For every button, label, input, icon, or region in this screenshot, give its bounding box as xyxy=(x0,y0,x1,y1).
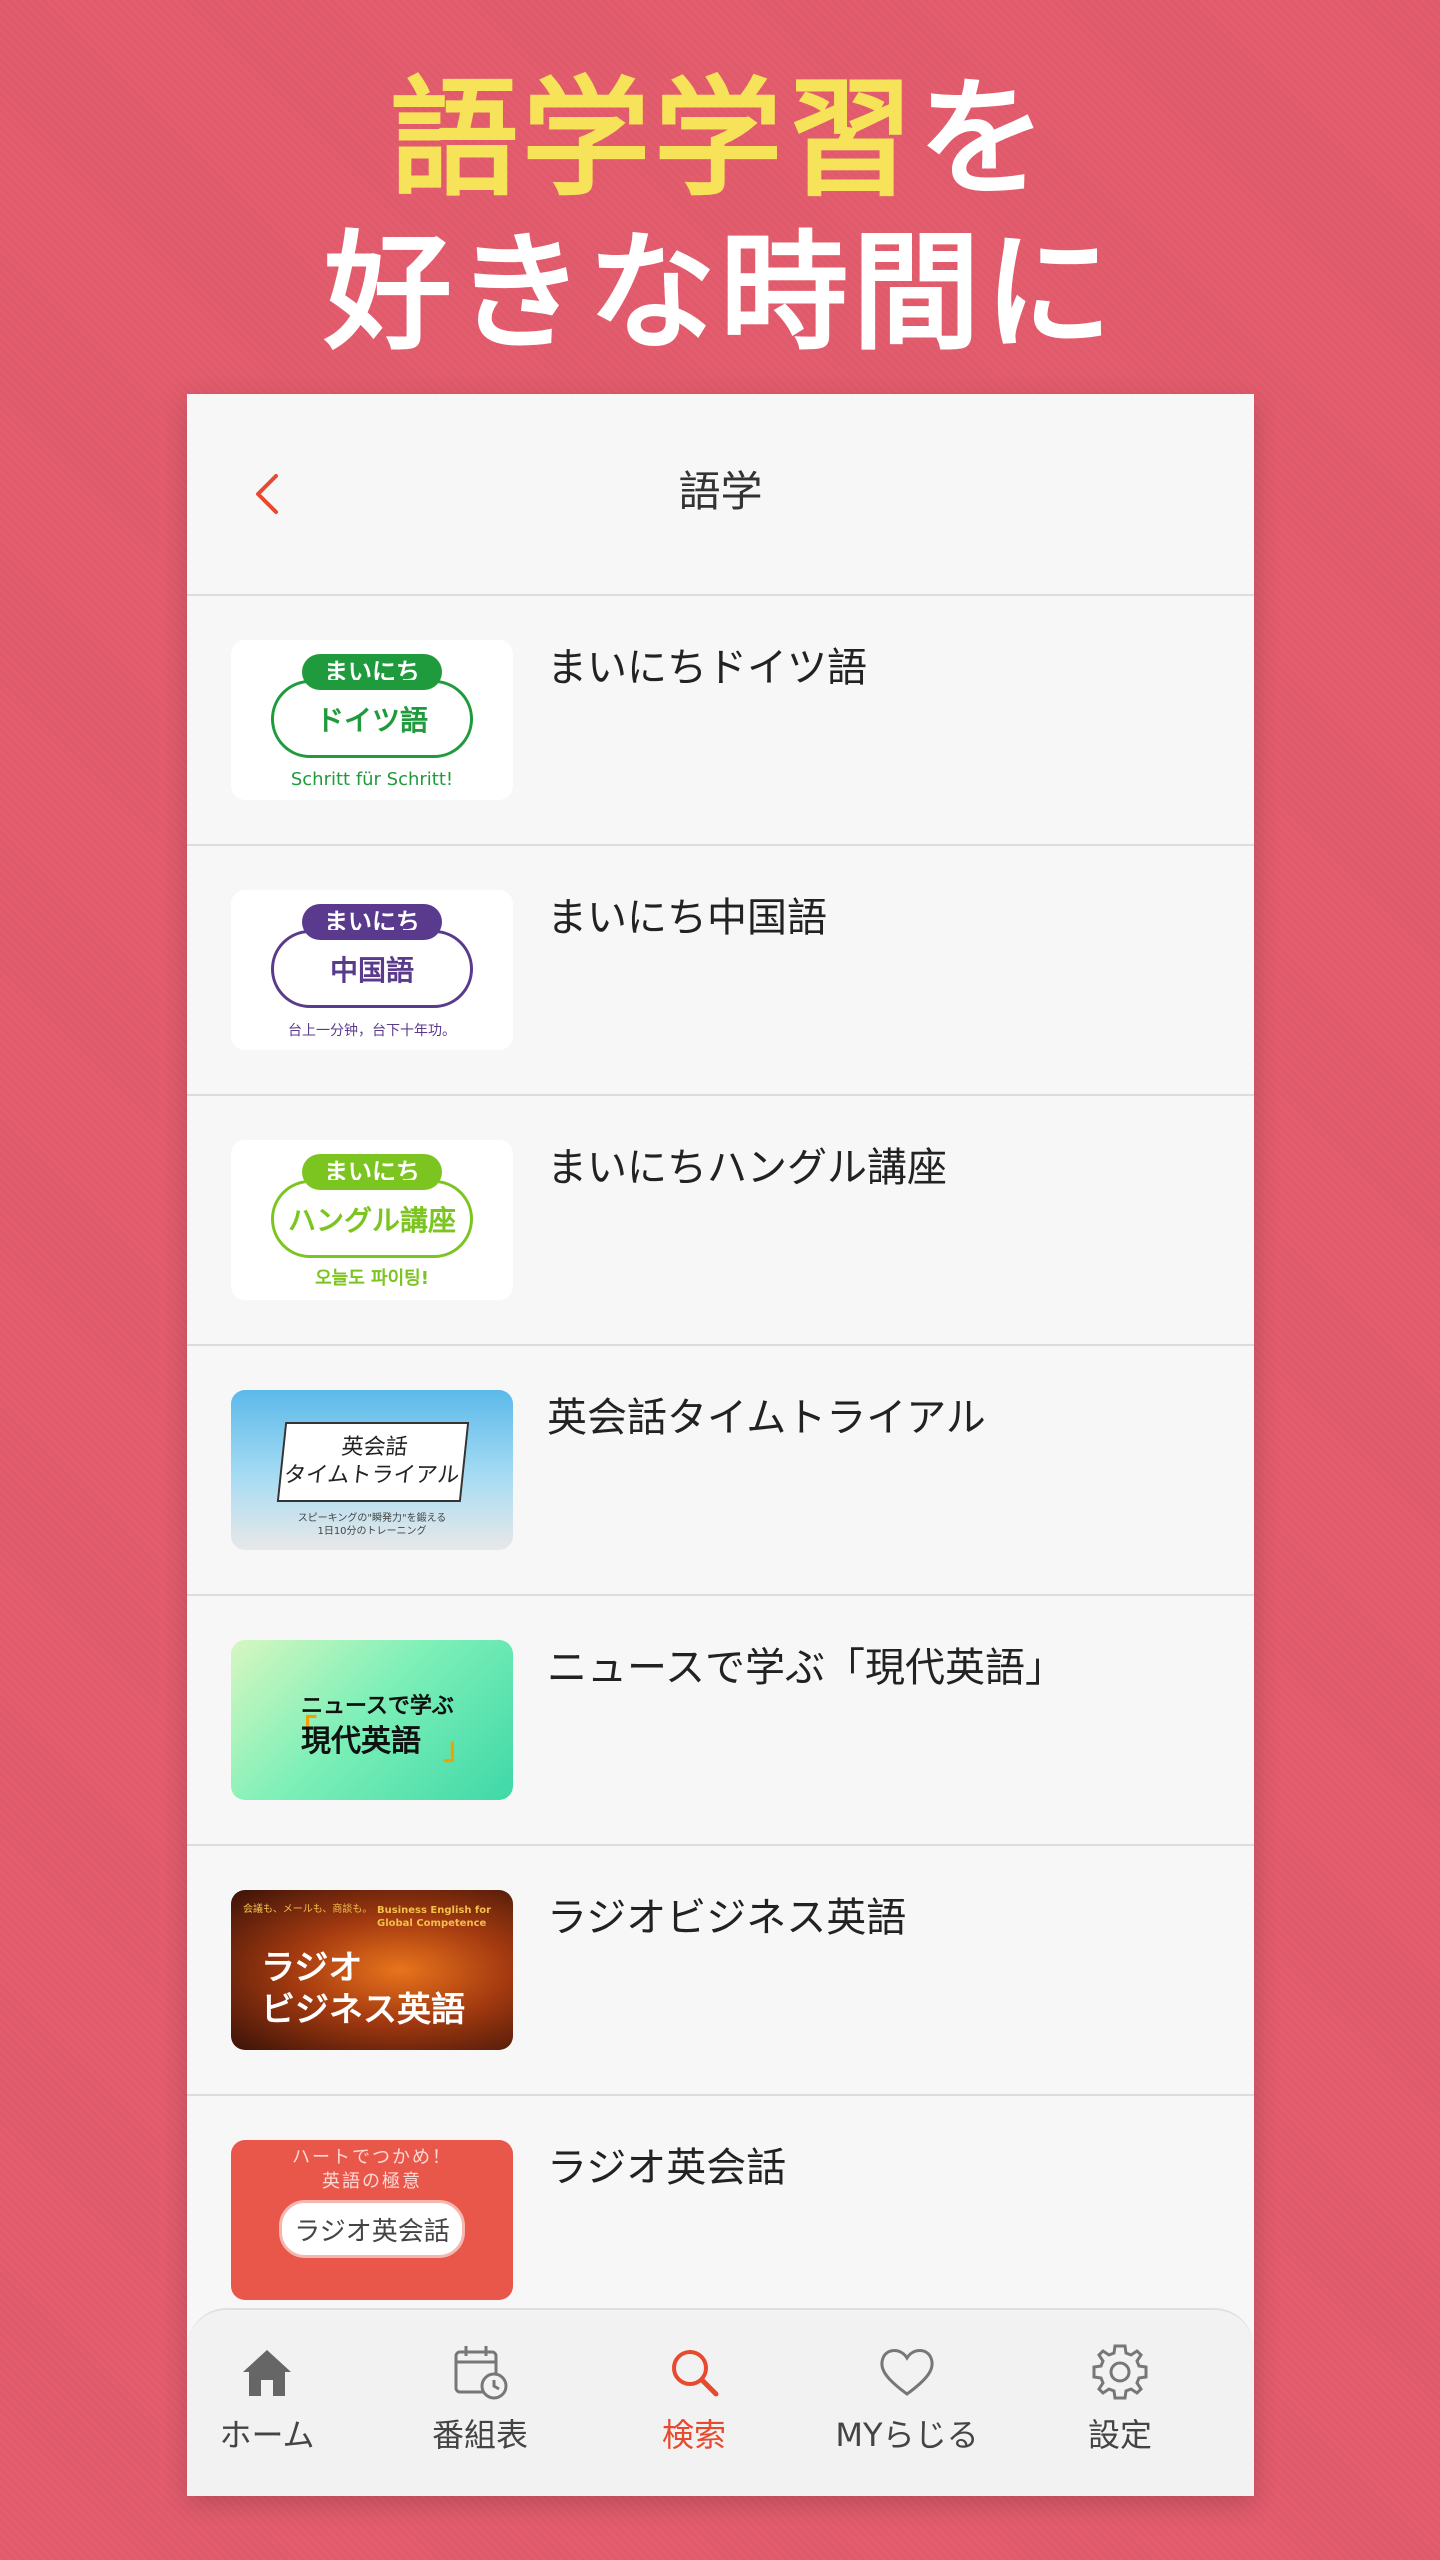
program-title: まいにちドイツ語 xyxy=(547,645,867,691)
program-thumbnail: 「 ニュースで学ぶ 現代英語 」 xyxy=(231,1640,513,1800)
tab-label: 設定 xyxy=(1087,2416,1152,2454)
thumb-line2: 現代英語 xyxy=(301,1724,421,1759)
program-row-news-english[interactable]: 「 ニュースで学ぶ 現代英語 」 ニュースで学ぶ「現代英語」 xyxy=(187,1596,1254,1846)
promo-headline: 語学学習を 好きな時間に xyxy=(0,60,1440,374)
calendar-clock-icon xyxy=(454,2346,508,2400)
tab-label: 検索 xyxy=(661,2416,726,2454)
tab-label: ホーム xyxy=(219,2416,315,2454)
thumb-top2: 英語の極意 xyxy=(322,2171,422,2192)
thumb-top: ハートでつかめ！ 英語の極意 xyxy=(231,2146,513,2194)
program-thumbnail: まいにち ハングル講座 오늘도 파이팅! xyxy=(231,1140,513,1300)
program-row-chinese[interactable]: まいにち 中国語 台上一分钟，台下十年功。 まいにち中国語 xyxy=(187,846,1254,1096)
thumb-tagline: 台上一分钟，台下十年功。 xyxy=(288,1023,456,1039)
program-list: まいにち ドイツ語 Schritt für Schritt! まいにちドイツ語 … xyxy=(187,596,1254,2346)
thumb-label: ラジオ英会話 xyxy=(279,2200,465,2258)
program-thumbnail: まいにち ドイツ語 Schritt für Schritt! xyxy=(231,640,513,800)
headline-line1: 語学学習を xyxy=(0,60,1440,220)
tab-settings[interactable]: 設定 xyxy=(1020,2340,1220,2456)
page-title: 語学 xyxy=(678,467,763,516)
thumb-sub2: 1日10分のトレーニング xyxy=(317,1526,427,1537)
home-icon xyxy=(243,2350,291,2396)
program-thumbnail: 英会話 タイムトライアル スピーキングの"瞬発力"を鍛える 1日10分のトレーニン… xyxy=(231,1390,513,1550)
heart-icon xyxy=(880,2349,934,2396)
program-thumbnail: まいにち 中国語 台上一分钟，台下十年功。 xyxy=(231,890,513,1050)
tab-home[interactable]: ホーム xyxy=(187,2340,367,2456)
thumb-subtitle: スピーキングの"瞬発力"を鍛える 1日10分のトレーニング xyxy=(231,1512,513,1538)
headline-rest: を xyxy=(918,65,1051,214)
tab-schedule[interactable]: 番組表 xyxy=(380,2340,580,2456)
thumb-sub1: スピーキングの"瞬発力"を鍛える xyxy=(297,1513,447,1524)
thumb-top1: ハートでつかめ！ xyxy=(292,2147,452,2168)
headline-highlight: 語学学習 xyxy=(389,65,918,214)
bracket-close: 」 xyxy=(443,1732,473,1767)
program-title: まいにちハングル講座 xyxy=(547,1145,947,1191)
program-row-business-english[interactable]: 会議も、メールも、商談も。 Business English for Globa… xyxy=(187,1846,1254,2096)
tab-label: 番組表 xyxy=(431,2416,528,2454)
tab-my-radiru[interactable]: MYらじる xyxy=(807,2340,1007,2456)
program-title: 英会話タイムトライアル xyxy=(547,1395,986,1441)
program-row-german[interactable]: まいにち ドイツ語 Schritt für Schritt! まいにちドイツ語 xyxy=(187,596,1254,846)
thumb-small: 会議も、メールも、商談も。 xyxy=(243,1904,373,1915)
program-thumbnail: 会議も、メールも、商談も。 Business English for Globa… xyxy=(231,1890,513,2050)
thumb-name: ハングル講座 xyxy=(271,1180,473,1258)
thumb-english: Business English for Global Competence xyxy=(377,1905,492,1929)
thumb-tagline: Schritt für Schritt! xyxy=(290,769,454,790)
thumb-name: ドイツ語 xyxy=(271,680,473,758)
tab-bar: ホーム 番組表 検索 MYらじる 設定 xyxy=(187,2308,1254,2496)
program-title: ニュースで学ぶ「現代英語」 xyxy=(547,1645,1065,1691)
program-title: まいにち中国語 xyxy=(547,895,827,941)
navigation-bar: 語学 xyxy=(187,394,1254,596)
thumb-line1: 英会話 xyxy=(340,1435,409,1460)
thumb-line2: ビジネス英語 xyxy=(261,1990,465,2030)
program-row-hangul[interactable]: まいにち ハングル講座 오늘도 파이팅! まいにちハングル講座 xyxy=(187,1096,1254,1346)
tab-label: MYらじる xyxy=(835,2416,979,2454)
program-thumbnail: ハートでつかめ！ 英語の極意 ラジオ英会話 xyxy=(231,2140,513,2300)
thumb-name: 中国語 xyxy=(271,930,473,1008)
tab-search[interactable]: 検索 xyxy=(594,2340,794,2456)
thumb-tagline: 오늘도 파이팅! xyxy=(315,1268,429,1289)
gear-icon xyxy=(1092,2344,1148,2400)
app-screen: 語学 まいにち ドイツ語 Schritt für Schritt! まいにちドイ… xyxy=(187,394,1254,2496)
program-title: ラジオビジネス英語 xyxy=(547,1895,907,1941)
thumb-title-box: 英会話 タイムトライアル xyxy=(276,1422,470,1502)
headline-line2: 好きな時間に xyxy=(323,219,1116,368)
program-row-timetrial[interactable]: 英会話 タイムトライアル スピーキングの"瞬発力"を鍛える 1日10分のトレーニン… xyxy=(187,1346,1254,1596)
thumb-line2: タイムトライアル xyxy=(282,1463,461,1488)
program-title: ラジオ英会話 xyxy=(547,2145,787,2191)
search-icon xyxy=(672,2350,719,2397)
